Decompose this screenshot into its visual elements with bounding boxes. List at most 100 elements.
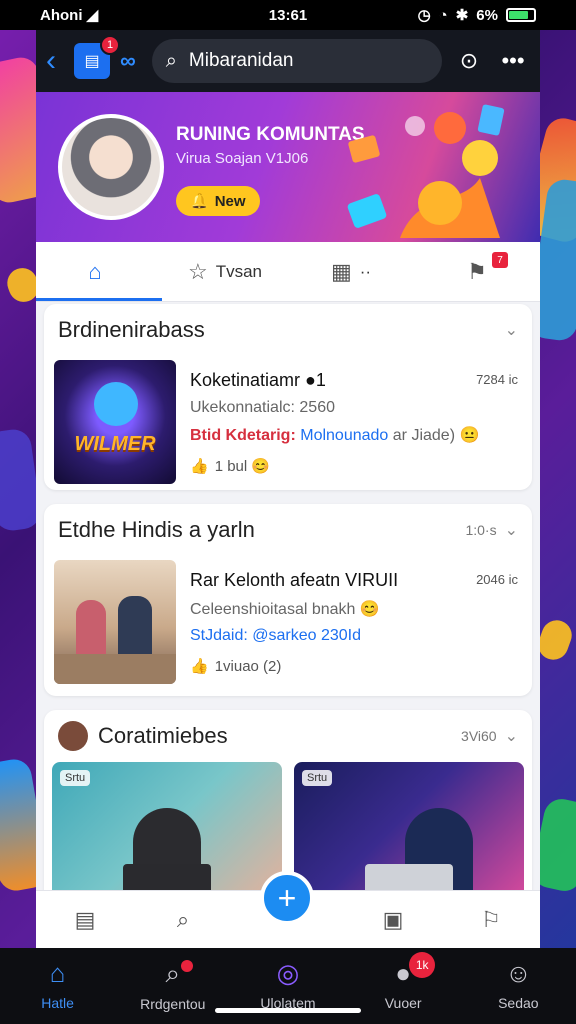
create-post-button[interactable]: +: [260, 871, 314, 925]
item-tag-extra: ar Jiade) 😐: [392, 427, 480, 444]
item-body: Koketinatiamr ●1 7284 ic Ukekonnatialc: …: [190, 360, 522, 484]
calendar-icon[interactable]: ▤: [65, 907, 105, 933]
action-bar: ▤ ⌕ ▣ ⚐ +: [36, 871, 540, 948]
nav-item-profile[interactable]: ☺ Sedao: [468, 958, 568, 1024]
chat-badge: 1: [100, 35, 120, 55]
search-bar[interactable]: ⌕: [151, 39, 442, 83]
flag-icon[interactable]: ⚐: [471, 907, 511, 933]
nav-badge: 1k: [409, 952, 436, 978]
item-tag-primary: Btid Kdetarig:: [190, 427, 296, 444]
search-input[interactable]: [188, 50, 409, 72]
tab-label: Tvsan: [215, 261, 263, 281]
community-avatar[interactable]: [58, 114, 164, 220]
nav-label: Vuoer: [384, 995, 422, 1011]
search-icon[interactable]: ⌕: [163, 907, 203, 933]
list-item[interactable]: Rar Kelonth afeatn VIRUII 2046 ic Celeen…: [44, 556, 532, 696]
section-header[interactable]: Brdinenirabass ⌄: [44, 304, 532, 356]
item-thumbnail[interactable]: WILMER: [54, 360, 176, 484]
thumb-up-icon[interactable]: 👍: [190, 457, 209, 475]
alarm-icon: ◷: [417, 7, 431, 24]
new-button[interactable]: 🔔 New: [176, 186, 260, 216]
chevron-down-icon[interactable]: ⌄: [505, 320, 518, 340]
item-subtitle: Celeenshioitasal bnakh 😊: [190, 601, 380, 618]
nav-item-home[interactable]: ⌂ Hatle: [8, 958, 108, 1024]
more-icon[interactable]: •••: [496, 48, 530, 74]
item-stats-text: 1viuao (2): [214, 657, 282, 675]
item-time: 2046 ic: [476, 572, 518, 587]
item-thumbnail[interactable]: [54, 560, 176, 684]
nav-label: Rrdgentou: [140, 996, 206, 1012]
section-card: Etdhe Hindis a yarln 1:0·s ⌄ Rar Kelonth…: [44, 504, 532, 696]
chat-icon[interactable]: ▣: [373, 907, 413, 933]
battery-level: [508, 11, 529, 19]
notification-icon: ⚑: [467, 258, 487, 284]
table-image: [54, 654, 176, 684]
section-title: Etdhe Hindis a yarln: [58, 517, 255, 542]
app-window: ‹ ▤1 ∞ ⌕ ⊙ ••• RUNING KOMUNTAS Virua Soa…: [36, 30, 540, 948]
community-banner: RUNING KOMUNTAS Virua Soajan V1J06 🔔 New: [36, 92, 540, 242]
bell-icon: 🔔: [190, 193, 209, 210]
clock: 13:61: [268, 6, 308, 24]
item-subtitle: Ukekonnatialc: 2560: [190, 399, 335, 416]
section-title: Coratimiebes: [98, 723, 228, 748]
home-icon: ⌂: [88, 258, 102, 284]
wifi-icon: ◔: [438, 6, 448, 24]
item-time: 7284 ic: [476, 372, 518, 387]
list-item[interactable]: WILMER Koketinatiamr ●1 7284 ic Ukekonna…: [44, 356, 532, 496]
nav-label: Hatle: [41, 995, 74, 1011]
chevron-down-icon[interactable]: ⌄: [505, 520, 518, 540]
thumb-up-icon[interactable]: 👍: [190, 657, 209, 675]
nav-label: Sedao: [498, 995, 539, 1011]
chat-icon[interactable]: ▤ 1: [74, 35, 120, 79]
link-icon[interactable]: ∞: [120, 48, 136, 74]
mascot-image: [94, 382, 138, 426]
battery-icon: [505, 8, 536, 22]
search-action-icon[interactable]: ⊙: [452, 48, 486, 74]
section-header[interactable]: Etdhe Hindis a yarln 1:0·s ⌄: [44, 504, 532, 556]
star-icon: ☆: [187, 258, 208, 284]
item-title: Rar Kelonth afeatn VIRUII: [190, 570, 399, 590]
tab-bar: ⌂ ☆ Tvsan ▦ ·· ⚑ 7: [36, 242, 540, 302]
plus-icon: +: [277, 879, 297, 916]
nav-item-viewer[interactable]: ● 1k Vuoer: [353, 952, 453, 1024]
carrier-label: Ahoni: [40, 7, 83, 24]
search-icon: ⌕: [165, 49, 177, 72]
tab-grid[interactable]: ▦ ··: [288, 242, 414, 301]
profile-icon: ☺: [505, 958, 532, 988]
compass-icon: ◎: [276, 958, 300, 988]
wifi-bars-icon: ◢: [86, 7, 99, 24]
chevron-down-icon[interactable]: ⌄: [505, 726, 518, 746]
bluetooth-icon: ✱: [455, 7, 469, 24]
tab-label: ··: [359, 261, 372, 281]
section-meta: 3Vi60: [461, 728, 497, 744]
media-tag: Srtu: [302, 770, 333, 786]
item-tags: Btid Kdetarig: Molnounado ar Jiade) 😐: [190, 425, 522, 445]
section-title: Brdinenirabass: [58, 317, 205, 342]
tab-tvsan[interactable]: ☆ Tvsan: [162, 242, 288, 301]
back-icon[interactable]: ‹: [46, 44, 64, 78]
item-stats-text: 1 bul 😊: [214, 458, 271, 475]
item-tags: StJdaid: @sarkeo 230Id: [190, 627, 522, 645]
media-tile[interactable]: Srtu: [294, 762, 524, 898]
item-stats: 👍 1 bul 😊: [190, 457, 522, 475]
search-icon: ⌕: [165, 958, 181, 988]
section-header[interactable]: Coratimiebes 3Vi60 ⌄: [44, 710, 532, 762]
nav-item-explore[interactable]: ◎ Ulolatem: [238, 958, 338, 1024]
carrier: Ahoni ◢: [40, 6, 205, 24]
item-tag-link[interactable]: StJdaid: @sarkeo 230Id: [190, 627, 361, 644]
item-body: Rar Kelonth afeatn VIRUII 2046 ic Celeen…: [190, 560, 522, 684]
tab-home[interactable]: ⌂: [36, 242, 162, 301]
media-tile[interactable]: Srtu: [52, 762, 282, 898]
nav-item-search[interactable]: ⌕ Rrdgentou: [123, 958, 223, 1024]
tab-notifications[interactable]: ⚑ 7: [414, 242, 540, 301]
home-indicator[interactable]: [215, 1008, 361, 1013]
item-stats: 👍 1viuao (2): [190, 657, 522, 676]
item-tag-link[interactable]: Molnounado: [300, 427, 388, 444]
status-icons: ◷ ◔ ✱ 6%: [371, 6, 536, 24]
item-title: Koketinatiamr ●1: [190, 370, 326, 390]
grid-icon: ▦: [330, 258, 352, 284]
new-button-label: New: [214, 192, 246, 210]
media-tag: Srtu: [60, 770, 91, 786]
section-meta: 1:0·s: [465, 522, 497, 538]
top-bar: ‹ ▤1 ∞ ⌕ ⊙ •••: [36, 30, 540, 92]
